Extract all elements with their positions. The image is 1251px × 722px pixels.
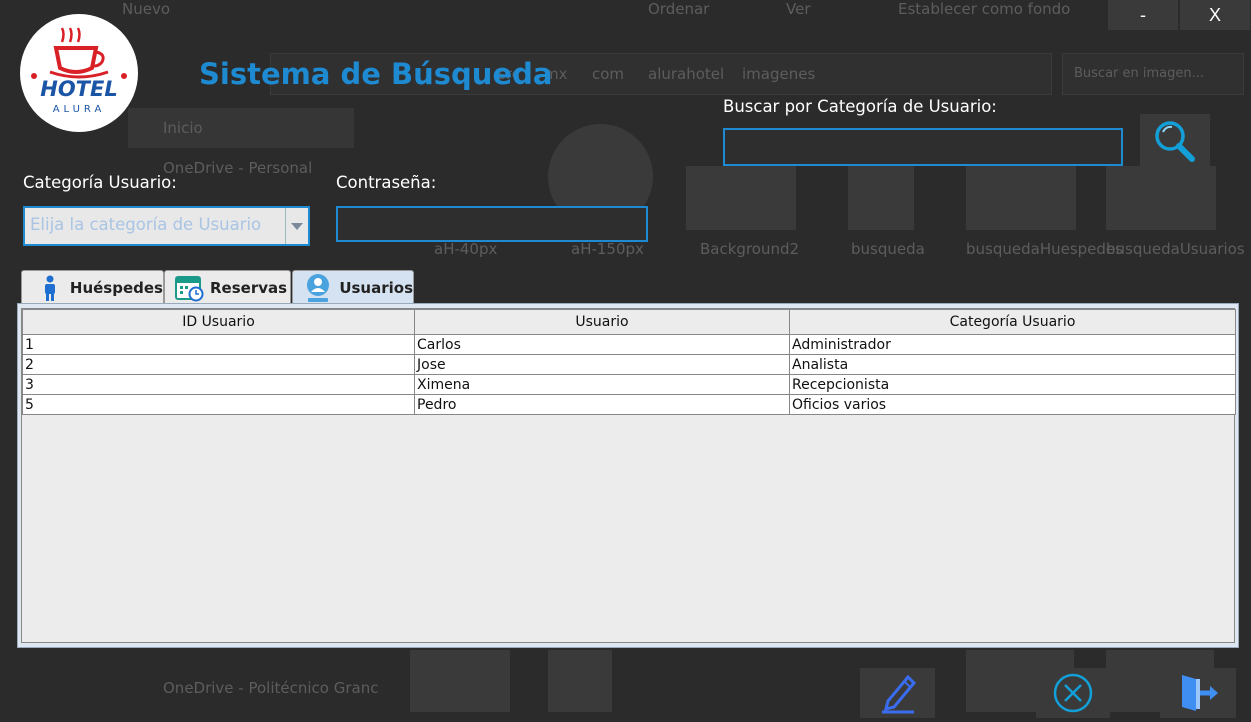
search-button[interactable]: [1140, 114, 1210, 167]
tab-usuarios-label: Usuarios: [339, 278, 413, 297]
bg-file-background2: Background2: [700, 240, 800, 258]
bg-file-ah40: aH-40px: [434, 240, 498, 258]
page-title: Sistema de Búsqueda: [199, 57, 553, 91]
logo-text: HOTEL: [40, 77, 117, 101]
cell-categoria[interactable]: Oficios varios: [789, 394, 1236, 415]
tab-usuarios[interactable]: Usuarios: [292, 270, 414, 304]
cell-categoria[interactable]: Analista: [789, 354, 1236, 375]
search-input[interactable]: [725, 130, 1121, 164]
bg-nav-home: Inicio: [163, 119, 203, 137]
bg-path-com: com: [592, 65, 625, 83]
cell-id[interactable]: 1: [22, 334, 415, 355]
table-header: ID Usuario Usuario Categoría Usuario: [22, 309, 1236, 335]
tab-reservas[interactable]: Reservas: [164, 270, 291, 304]
bg-search-placeholder: Buscar en imagen...: [1074, 66, 1205, 81]
bg-nav-onedrive-poli: OneDrive - Politécnico Granc: [163, 679, 379, 697]
search-icon: [1155, 120, 1195, 162]
exit-icon: [1182, 675, 1218, 711]
users-panel: ID Usuario Usuario Categoría Usuario 1 C…: [17, 303, 1239, 648]
minimize-label: -: [1140, 4, 1146, 25]
category-placeholder: Elija la categoría de Usuario: [25, 208, 286, 244]
column-header-id[interactable]: ID Usuario: [22, 309, 415, 335]
password-input[interactable]: [338, 208, 646, 240]
guest-icon: [45, 275, 55, 301]
users-table: ID Usuario Usuario Categoría Usuario 1 C…: [22, 309, 1236, 415]
column-header-usuario[interactable]: Usuario: [414, 309, 790, 335]
bg-path-imagenes: imagenes: [742, 65, 816, 83]
tab-huespedes[interactable]: Huéspedes: [21, 270, 164, 304]
category-select[interactable]: Elija la categoría de Usuario: [23, 206, 310, 246]
cell-categoria[interactable]: Administrador: [789, 334, 1236, 355]
table-row[interactable]: 5 Pedro Oficios varios: [22, 394, 1236, 415]
close-label: X: [1208, 4, 1221, 25]
cancel-button[interactable]: [1036, 668, 1110, 718]
minimize-button[interactable]: -: [1108, 0, 1178, 30]
logo-subtext: ALURA: [53, 104, 106, 115]
user-icon: [307, 273, 329, 302]
cell-categoria[interactable]: Recepcionista: [789, 374, 1236, 395]
edit-icon: [881, 674, 916, 714]
search-label: Buscar por Categoría de Usuario:: [723, 97, 997, 116]
table-row[interactable]: 1 Carlos Administrador: [22, 334, 1236, 355]
table-row[interactable]: 2 Jose Analista: [22, 354, 1236, 375]
bg-file-busqueda: busqueda: [851, 240, 925, 258]
bg-wallpaper-label: Establecer como fondo: [898, 0, 1071, 18]
column-header-categoria[interactable]: Categoría Usuario: [789, 309, 1236, 335]
users-table-scroll[interactable]: ID Usuario Usuario Categoría Usuario 1 C…: [21, 308, 1236, 643]
bg-view-label: Ver: [786, 0, 811, 18]
tab-reservas-label: Reservas: [210, 278, 288, 297]
bg-sort-label: Ordenar: [648, 0, 710, 18]
calendar-icon: [175, 275, 204, 301]
bg-file-busqueda-huespedes: busquedaHuespedes: [966, 240, 1123, 258]
bg-nav-onedrive: OneDrive - Personal: [163, 159, 313, 177]
exit-button[interactable]: [1160, 668, 1236, 718]
edit-button[interactable]: [860, 668, 935, 718]
cell-usuario[interactable]: Carlos: [414, 334, 790, 355]
password-field[interactable]: [336, 206, 648, 242]
category-label: Categoría Usuario:: [23, 173, 177, 192]
bg-path-alurahotel: alurahotel: [648, 65, 725, 83]
hotel-logo: HOTEL ALURA: [20, 14, 138, 132]
cancel-icon: [1053, 673, 1093, 713]
table-row[interactable]: 3 Ximena Recepcionista: [22, 374, 1236, 395]
cell-usuario[interactable]: Ximena: [414, 374, 790, 395]
close-window-button[interactable]: X: [1180, 0, 1250, 30]
cell-usuario[interactable]: Jose: [414, 354, 790, 375]
chevron-down-icon[interactable]: [286, 208, 308, 244]
cell-id[interactable]: 2: [22, 354, 415, 375]
password-label: Contraseña:: [336, 173, 437, 192]
bg-file-ah150: aH-150px: [571, 240, 644, 258]
cell-usuario[interactable]: Pedro: [414, 394, 790, 415]
cell-id[interactable]: 3: [22, 374, 415, 395]
bg-new-label: Nuevo: [122, 0, 171, 18]
bg-file-busqueda-usuarios: busquedaUsuarios: [1106, 240, 1245, 258]
tab-huespedes-label: Huéspedes: [69, 278, 163, 297]
cell-id[interactable]: 5: [22, 394, 415, 415]
search-field[interactable]: [723, 128, 1123, 166]
